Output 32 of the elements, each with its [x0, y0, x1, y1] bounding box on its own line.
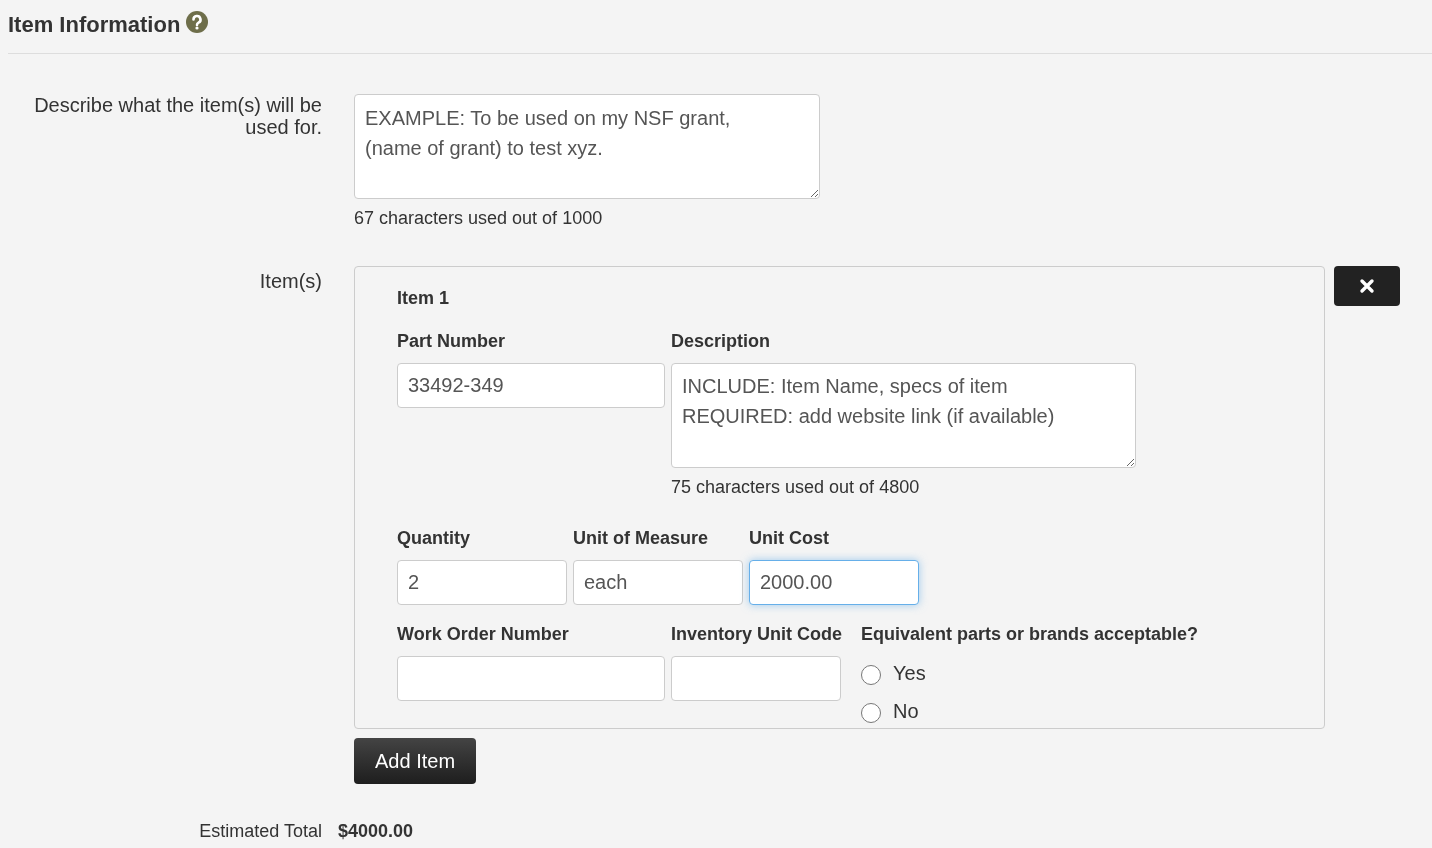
text-field[interactable]: each — [573, 560, 743, 605]
field-label: Part Number — [397, 330, 507, 353]
section-title: Item Information — [8, 11, 181, 39]
close-button[interactable] — [1334, 266, 1400, 306]
close-icon — [1359, 278, 1375, 294]
field-label: Work Order Number — [397, 623, 570, 646]
radio-button[interactable] — [861, 665, 881, 685]
field-label: Unit Cost — [749, 527, 830, 550]
character-counter: 67 characters used out of 1000 — [354, 207, 604, 230]
text-field[interactable] — [397, 656, 665, 701]
radio-button[interactable] — [861, 703, 881, 723]
field-label: Quantity — [397, 527, 471, 550]
character-counter: 75 characters used out of 4800 — [671, 476, 921, 499]
text-field[interactable]: 2000.00 — [749, 560, 919, 605]
field-label: Equivalent parts or brands acceptable? — [861, 623, 1199, 646]
field-label: Estimated Total — [198, 820, 322, 843]
field-label: Inventory Unit Code — [671, 623, 843, 646]
purpose-textarea[interactable]: EXAMPLE: To be used on my NSF grant, (name of grant) to test xyz. — [354, 94, 820, 199]
field-label: Describe what the item(s) will be used for. — [33, 94, 322, 140]
radio-option[interactable]: Yes — [861, 654, 1199, 692]
text-field[interactable] — [671, 656, 841, 701]
field-label: Item 1 — [397, 287, 451, 310]
text-field[interactable]: 2 — [397, 560, 567, 605]
total-value: $4000.00 — [338, 820, 415, 843]
help-icon[interactable] — [186, 10, 209, 33]
field-label: Unit of Measure — [573, 527, 710, 550]
field-label: Item(s) — [258, 269, 322, 294]
add-item-button[interactable]: Add Item — [354, 738, 477, 784]
text-field[interactable]: 33492-349 — [397, 363, 665, 408]
radio-option[interactable]: No — [861, 692, 1199, 730]
field-label: Description — [671, 330, 772, 353]
description-textarea[interactable]: INCLUDE: Item Name, specs of item REQUIRED: add website link (if available) — [671, 363, 1136, 468]
